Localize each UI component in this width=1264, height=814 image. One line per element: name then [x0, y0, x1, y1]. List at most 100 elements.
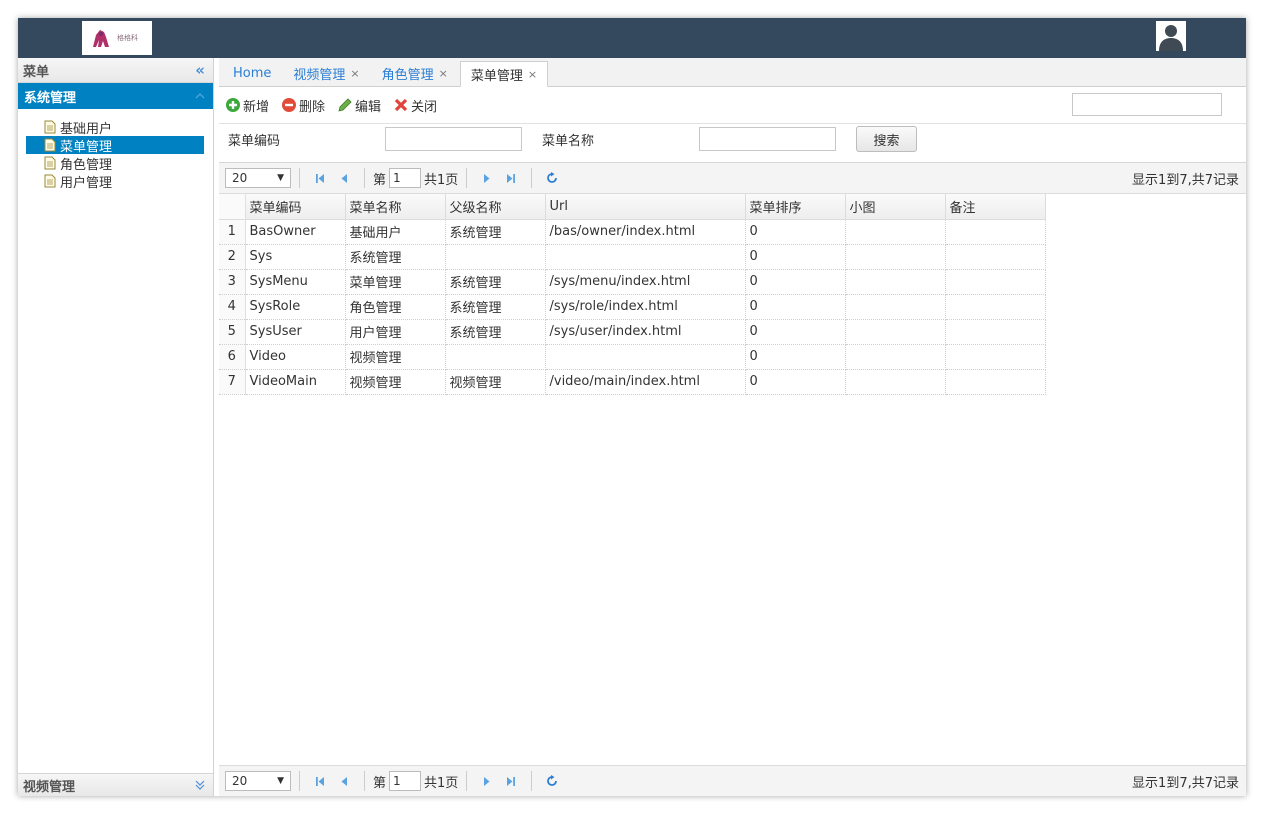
close-icon[interactable]: × — [439, 67, 448, 80]
edit-button[interactable]: 编辑 — [337, 96, 381, 115]
next-page-icon — [484, 776, 490, 786]
table-cell — [845, 319, 946, 345]
pager-info: 显示1到7,共7记录 — [1132, 775, 1239, 791]
table-cell: 0 — [745, 294, 846, 320]
table-cell: 角色管理 — [345, 294, 446, 320]
column-header[interactable]: 父级名称 — [445, 194, 546, 220]
table-cell: 菜单管理 — [345, 269, 446, 295]
refresh-button[interactable] — [543, 172, 561, 184]
page-size-select[interactable]: 20 ▼ — [225, 168, 291, 188]
sidebar-group-label: 系统管理 — [24, 90, 77, 106]
table-cell: 基础用户 — [345, 219, 446, 245]
prev-page-icon — [341, 776, 347, 786]
table-cell — [945, 294, 1046, 320]
tab-label: 视频管理 — [293, 68, 346, 83]
table-row[interactable]: 4 SysRole 角色管理 系统管理 /sys/role/index.html… — [219, 294, 1046, 320]
prev-page-button[interactable] — [335, 173, 353, 184]
double-chevron-left-icon[interactable]: « — [195, 61, 205, 79]
pencil-icon — [338, 98, 352, 112]
last-page-button[interactable] — [502, 776, 520, 787]
first-page-icon — [316, 173, 324, 183]
table-cell: 系统管理 — [445, 219, 546, 245]
chevron-up-icon[interactable] — [195, 93, 205, 99]
column-header[interactable]: 小图 — [845, 194, 946, 220]
next-page-button[interactable] — [478, 776, 496, 787]
refresh-icon — [547, 172, 558, 183]
sidebar-item-label: 菜单管理 — [60, 139, 113, 155]
page-number-input[interactable]: 1 — [389, 771, 422, 791]
table-cell — [845, 344, 946, 370]
table-cell — [845, 244, 946, 270]
table-row[interactable]: 5 SysUser 用户管理 系统管理 /sys/user/index.html… — [219, 319, 1046, 345]
sidebar-header: 菜单 « — [18, 58, 213, 83]
table-row[interactable]: 2 Sys 系统管理 0 — [219, 244, 1046, 270]
tab-menu-management[interactable]: 菜单管理 × — [459, 61, 549, 87]
page-size-select[interactable]: 20 ▼ — [225, 771, 291, 791]
table-row[interactable]: 6 Video 视频管理 0 — [219, 344, 1046, 370]
add-button[interactable]: 新增 — [225, 96, 269, 115]
menu-code-input[interactable] — [385, 127, 522, 151]
table-cell: BasOwner — [245, 219, 346, 245]
table-row[interactable]: 3 SysMenu 菜单管理 系统管理 /sys/menu/index.html… — [219, 269, 1046, 295]
triangle-down-icon: ▼ — [277, 173, 284, 183]
sidebar-item-bas-owner[interactable]: 基础用户 — [26, 118, 204, 137]
table-cell: VideoMain — [245, 369, 346, 395]
table-cell: SysUser — [245, 319, 346, 345]
table-cell: /bas/owner/index.html — [545, 219, 746, 245]
close-button[interactable]: 关闭 — [393, 96, 437, 115]
gorilla-logo-icon — [93, 30, 109, 47]
refresh-button[interactable] — [543, 775, 561, 787]
file-icon — [44, 120, 56, 134]
row-number: 2 — [219, 244, 246, 270]
pager-info: 显示1到7,共7记录 — [1132, 172, 1239, 188]
table-cell — [545, 244, 746, 270]
separator — [466, 168, 468, 188]
table-cell — [845, 269, 946, 295]
close-icon[interactable]: × — [528, 68, 537, 81]
file-icon — [44, 156, 56, 170]
tab-label: 菜单管理 — [470, 68, 523, 84]
first-page-button[interactable] — [311, 173, 329, 184]
edit-label: 编辑 — [355, 99, 382, 115]
column-header[interactable]: 备注 — [945, 194, 1046, 220]
tab-role-management[interactable]: 角色管理 × — [372, 61, 458, 86]
sidebar-item-role-management[interactable]: 角色管理 — [26, 154, 204, 173]
separator — [364, 168, 365, 188]
menu-name-input[interactable] — [699, 127, 836, 151]
double-chevron-down-icon[interactable] — [195, 780, 205, 790]
close-icon[interactable]: × — [350, 67, 359, 80]
tab-home[interactable]: Home — [223, 61, 281, 86]
sidebar: 菜单 « 系统管理 基础用户 菜单管理 角色管理 用户管理 视频管理 — [18, 58, 214, 796]
table-row[interactable]: 1 BasOwner 基础用户 系统管理 /bas/owner/index.ht… — [219, 219, 1046, 245]
last-page-button[interactable] — [502, 173, 520, 184]
search-button[interactable]: 搜索 — [856, 126, 917, 152]
prev-page-button[interactable] — [335, 776, 353, 787]
sidebar-group-video[interactable]: 视频管理 — [18, 773, 213, 796]
sidebar-item-user-management[interactable]: 用户管理 — [26, 172, 204, 191]
table-cell — [945, 344, 1046, 370]
separator — [299, 168, 300, 188]
next-page-button[interactable] — [478, 173, 496, 184]
page-number-input[interactable]: 1 — [389, 168, 422, 188]
plus-circle-icon — [226, 98, 240, 112]
main-content: Home 视频管理 × 角色管理 × 菜单管理 × 新增 删除 编辑 关闭 菜单… — [219, 58, 1246, 796]
column-header[interactable]: 菜单名称 — [345, 194, 446, 220]
triangle-down-icon: ▼ — [277, 776, 284, 786]
logo[interactable]: 格格科 — [82, 21, 152, 55]
user-avatar[interactable] — [1156, 21, 1186, 51]
column-header[interactable]: 菜单排序 — [745, 194, 846, 220]
first-page-button[interactable] — [311, 776, 329, 787]
sidebar-item-menu-management[interactable]: 菜单管理 — [26, 136, 204, 155]
table-cell — [945, 269, 1046, 295]
sidebar-group-system[interactable]: 系统管理 — [18, 83, 213, 109]
delete-button[interactable]: 删除 — [281, 96, 325, 115]
column-header[interactable]: 菜单编码 — [245, 194, 346, 220]
menu-grid: 菜单编码 菜单名称 父级名称 Url 菜单排序 小图 备注 1 BasOwner… — [219, 194, 1046, 395]
prev-page-icon — [341, 173, 347, 183]
tab-video-management[interactable]: 视频管理 × — [283, 61, 369, 86]
column-header[interactable]: Url — [545, 194, 746, 220]
table-cell — [945, 369, 1046, 395]
table-cell: SysMenu — [245, 269, 346, 295]
toolbar-search-input[interactable] — [1072, 93, 1222, 116]
table-row[interactable]: 7 VideoMain 视频管理 视频管理 /video/main/index.… — [219, 369, 1046, 395]
